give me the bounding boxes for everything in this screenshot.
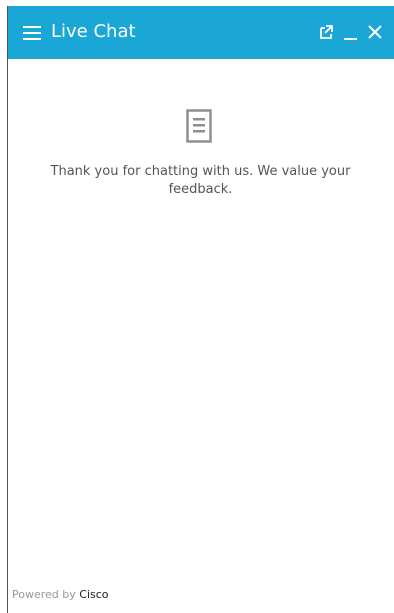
cisco-brand-text: Cisco xyxy=(79,588,109,601)
external-window-icon[interactable] xyxy=(317,23,335,41)
close-icon[interactable] xyxy=(366,23,384,41)
powered-by-footer: Powered by Cisco xyxy=(12,588,109,602)
document-icon xyxy=(186,109,212,143)
powered-by-label: Powered by xyxy=(12,588,76,601)
minimize-icon[interactable] xyxy=(342,23,360,41)
chat-header: Live Chat xyxy=(8,6,394,59)
hamburger-menu-icon[interactable] xyxy=(23,26,41,40)
live-chat-window: Live Chat Thank you for chatting with us… xyxy=(7,6,394,613)
chat-body: Thank you for chatting with us. We value… xyxy=(8,59,394,613)
feedback-message: Thank you for chatting with us. We value… xyxy=(50,164,351,197)
chat-title: Live Chat xyxy=(51,21,136,42)
